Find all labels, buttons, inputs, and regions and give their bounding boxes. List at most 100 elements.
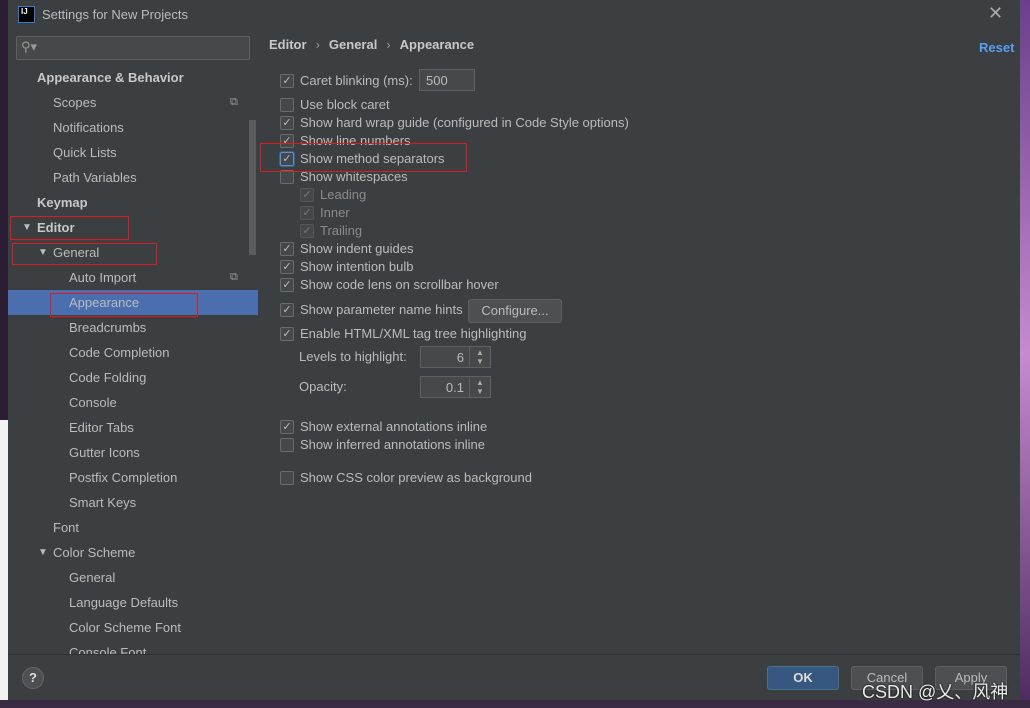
reset-link[interactable]: Reset bbox=[979, 40, 1014, 55]
sidebar-item[interactable]: Path Variables bbox=[8, 165, 258, 190]
sidebar-item[interactable]: Breadcrumbs bbox=[8, 315, 258, 340]
checkbox-checked[interactable]: ✓ bbox=[280, 260, 294, 274]
checkbox-checked[interactable]: ✓ bbox=[280, 242, 294, 256]
spinner-arrows-icon[interactable]: ▲ ▼ bbox=[469, 347, 490, 368]
sidebar-item[interactable]: Auto Import ⧉ bbox=[8, 265, 258, 290]
close-icon[interactable]: ✕ bbox=[988, 3, 1003, 24]
sidebar-item-label: Auto Import bbox=[69, 270, 137, 285]
sidebar-item[interactable]: Editor Tabs bbox=[8, 415, 258, 440]
sidebar-item[interactable]: Appearance bbox=[8, 290, 258, 315]
background-wallpaper bbox=[1020, 0, 1030, 708]
option-label: Leading bbox=[320, 187, 367, 202]
project-copy-icon: ⧉ bbox=[230, 96, 238, 108]
sidebar-item[interactable]: Quick Lists bbox=[8, 140, 258, 165]
intellij-logo-icon: IJ bbox=[18, 6, 35, 23]
checkbox-unchecked[interactable] bbox=[280, 438, 294, 452]
sidebar-item[interactable]: Gutter Icons bbox=[8, 440, 258, 465]
sidebar-item[interactable]: ▼ Color Scheme bbox=[8, 540, 258, 565]
checkbox-checked[interactable]: ✓ bbox=[280, 327, 294, 341]
watermark: CSDN @乂、风神 bbox=[862, 682, 1009, 702]
sidebar-item[interactable]: Postfix Completion bbox=[8, 465, 258, 490]
breadcrumb-item: Appearance bbox=[399, 37, 475, 52]
breadcrumb-item[interactable]: General bbox=[329, 37, 377, 52]
sidebar-item[interactable]: Console bbox=[8, 390, 258, 415]
sidebar-item-label: Appearance bbox=[69, 295, 140, 310]
sidebar-item-label: Postfix Completion bbox=[69, 470, 178, 485]
search-icon: ⚲▾ bbox=[21, 39, 38, 54]
checkbox-checked[interactable]: ✓ bbox=[280, 74, 294, 88]
project-copy-icon: ⧉ bbox=[230, 271, 238, 283]
option-label: Trailing bbox=[320, 223, 363, 238]
sidebar-item[interactable]: Font bbox=[8, 515, 258, 540]
sidebar-item[interactable]: Smart Keys bbox=[8, 490, 258, 515]
sidebar-item[interactable]: Color Scheme Font bbox=[8, 615, 258, 640]
settings-sidebar: ⚲▾ Appearance & Behavior Scopes ⧉ Notificat… bbox=[8, 28, 258, 654]
option-label: Show indent guides bbox=[300, 241, 414, 256]
sidebar-item-label: Quick Lists bbox=[53, 145, 117, 160]
sidebar-item-label: Scopes bbox=[53, 95, 97, 110]
levels-label: Levels to highlight: bbox=[299, 349, 407, 364]
levels-spinner[interactable]: 6 ▲ ▼ bbox=[420, 346, 491, 368]
window-title: Settings for New Projects bbox=[42, 7, 188, 22]
option-label: Show whitespaces bbox=[300, 169, 408, 184]
sidebar-item-label: General bbox=[53, 245, 100, 260]
checkbox-checked[interactable]: ✓ bbox=[300, 224, 314, 238]
checkbox-unchecked[interactable] bbox=[280, 170, 294, 184]
checkbox-checked[interactable]: ✓ bbox=[280, 303, 294, 317]
option-label: Inner bbox=[320, 205, 350, 220]
sidebar-item[interactable]: ▼ General bbox=[8, 240, 258, 265]
sidebar-item-label: Smart Keys bbox=[69, 495, 137, 510]
settings-content: Editor › General › Appearance Reset ✓ Caret b… bbox=[258, 28, 1020, 654]
sidebar-item-label: Language Defaults bbox=[69, 595, 179, 610]
checkbox-checked[interactable]: ✓ bbox=[280, 420, 294, 434]
option-label: Show CSS color preview as background bbox=[300, 470, 532, 485]
sidebar-item-label: Color Scheme bbox=[53, 545, 136, 560]
sidebar-item-label: Path Variables bbox=[53, 170, 137, 185]
sidebar-item-label: Code Folding bbox=[69, 370, 147, 385]
sidebar-item[interactable]: Console Font bbox=[8, 640, 258, 654]
option-label: Show external annotations inline bbox=[300, 419, 488, 434]
checkbox-checked[interactable]: ✓ bbox=[280, 278, 294, 292]
sidebar-item-label: Gutter Icons bbox=[69, 445, 140, 460]
checkbox-unchecked[interactable] bbox=[280, 471, 294, 485]
title-bar: IJ Settings for New Projects ✕ bbox=[8, 0, 1020, 28]
ok-button[interactable]: OK bbox=[767, 666, 839, 690]
sidebar-item[interactable]: ▼ Editor bbox=[8, 215, 258, 240]
checkbox-checked[interactable]: ✓ bbox=[300, 206, 314, 220]
sidebar-item[interactable]: Code Folding bbox=[8, 365, 258, 390]
expand-arrow-icon[interactable]: ▼ bbox=[22, 215, 32, 240]
sidebar-item-label: General bbox=[69, 570, 116, 585]
checkbox-unchecked[interactable] bbox=[280, 98, 294, 112]
expand-arrow-icon[interactable]: ▼ bbox=[38, 240, 48, 265]
caret-blinking-input[interactable]: 500 bbox=[419, 69, 475, 91]
opacity-spinner[interactable]: 0.1 ▲ ▼ bbox=[420, 376, 491, 398]
expand-arrow-icon[interactable]: ▼ bbox=[38, 540, 48, 565]
sidebar-item[interactable]: General bbox=[8, 565, 258, 590]
configure-button[interactable]: Configure... bbox=[468, 299, 562, 323]
sidebar-item[interactable]: Language Defaults bbox=[8, 590, 258, 615]
sidebar-item-label: Appearance & Behavior bbox=[37, 70, 184, 85]
checkbox-checked[interactable]: ✓ bbox=[300, 188, 314, 202]
checkbox-checked[interactable]: ✓ bbox=[280, 116, 294, 130]
opacity-value: 0.1 bbox=[445, 380, 464, 395]
sidebar-item[interactable]: Scopes ⧉ bbox=[8, 90, 258, 115]
option-label: Show code lens on scrollbar hover bbox=[300, 277, 499, 292]
option-label: Enable HTML/XML tag tree highlighting bbox=[300, 326, 527, 341]
sidebar-item-label: Color Scheme Font bbox=[69, 620, 181, 635]
sidebar-item-label: Console Font bbox=[69, 645, 147, 654]
breadcrumb-item[interactable]: Editor bbox=[269, 37, 307, 52]
sidebar-scrollbar[interactable] bbox=[249, 120, 256, 255]
sidebar-item[interactable]: Notifications bbox=[8, 115, 258, 140]
checkbox-checked[interactable]: ✓ bbox=[280, 134, 294, 148]
spinner-arrows-icon[interactable]: ▲ ▼ bbox=[469, 377, 490, 398]
option-label: Show method separators bbox=[300, 151, 445, 166]
sidebar-item[interactable]: Code Completion bbox=[8, 340, 258, 365]
sidebar-item[interactable]: Keymap bbox=[8, 190, 258, 215]
sidebar-item-label: Code Completion bbox=[69, 345, 170, 360]
checkbox-checked[interactable]: ✓ bbox=[280, 152, 294, 166]
sidebar-item[interactable]: Appearance & Behavior bbox=[8, 65, 258, 90]
option-label: Show line numbers bbox=[300, 133, 411, 148]
sidebar-item-label: Keymap bbox=[37, 195, 88, 210]
help-button[interactable]: ? bbox=[22, 667, 44, 689]
search-input[interactable]: ⚲▾ bbox=[16, 36, 250, 60]
